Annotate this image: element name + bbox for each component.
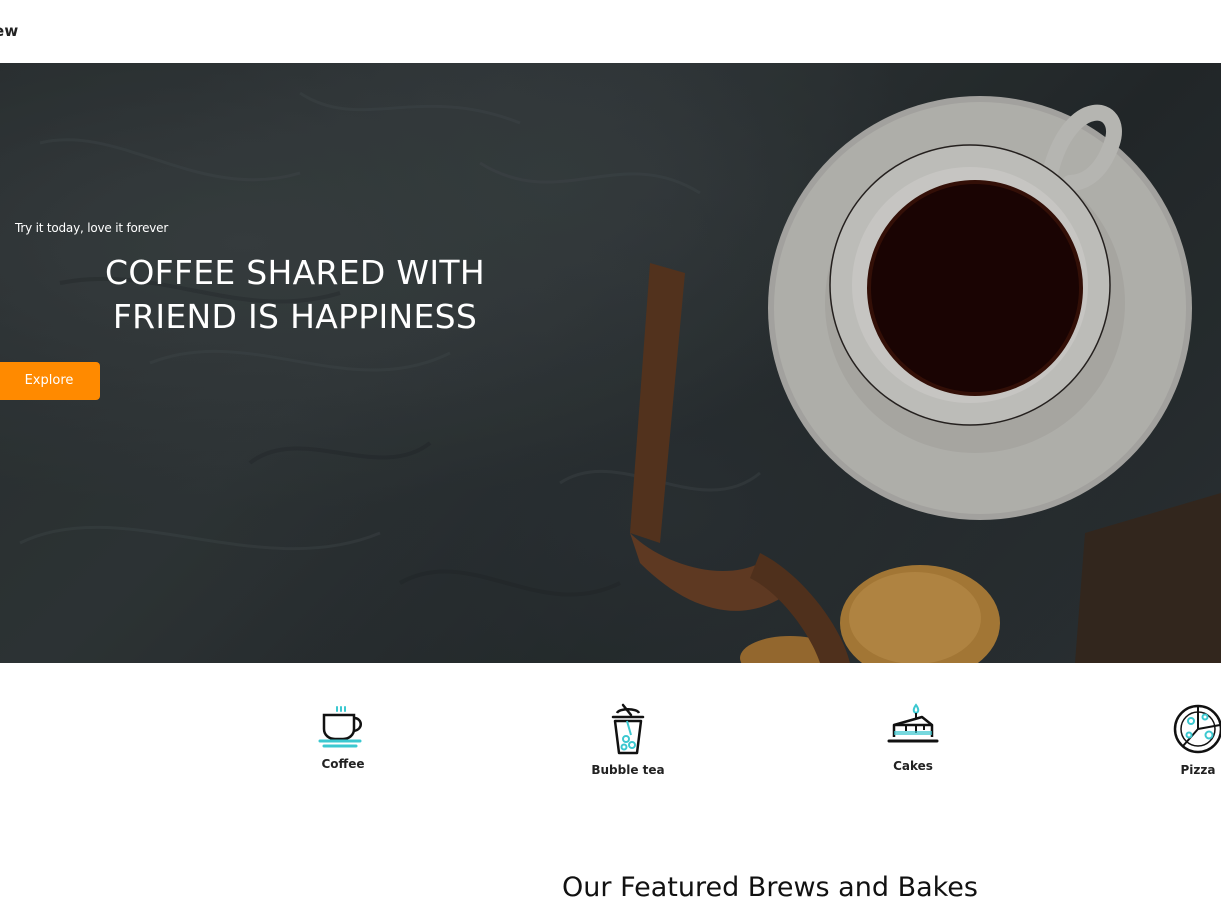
explore-button[interactable]: Explore: [0, 362, 100, 400]
brand-logo-text[interactable]: ew: [0, 22, 18, 40]
hero-banner: Try it today, love it forever COFFEE SHA…: [0, 63, 1221, 663]
category-cakes-label: Cakes: [893, 759, 933, 773]
category-row: Coffee Bubble tea Cakes Pizza: [0, 663, 1221, 813]
cake-icon: [887, 703, 939, 743]
category-bubble-tea[interactable]: Bubble tea: [568, 703, 688, 777]
site-header: ew: [0, 0, 1221, 63]
category-pizza[interactable]: Pizza: [1138, 703, 1221, 777]
bubble-tea-icon: [611, 703, 645, 755]
hero-headline-line-2: FRIEND IS HAPPINESS: [112, 297, 478, 336]
category-coffee[interactable]: Coffee: [283, 703, 403, 771]
hero-headline: COFFEE SHARED WITH FRIEND IS HAPPINESS: [95, 251, 495, 339]
hero-background-image: [0, 63, 1221, 663]
category-bubble-tea-label: Bubble tea: [591, 763, 665, 777]
hero-tagline: Try it today, love it forever: [15, 221, 169, 235]
category-cakes[interactable]: Cakes: [853, 703, 973, 773]
category-pizza-label: Pizza: [1180, 763, 1216, 777]
category-coffee-label: Coffee: [321, 757, 365, 771]
pizza-icon: [1173, 704, 1221, 754]
coffee-cup-icon: [318, 706, 362, 748]
featured-section-title: Our Featured Brews and Bakes: [562, 872, 978, 903]
hero-headline-line-1: COFFEE SHARED WITH: [105, 253, 485, 292]
